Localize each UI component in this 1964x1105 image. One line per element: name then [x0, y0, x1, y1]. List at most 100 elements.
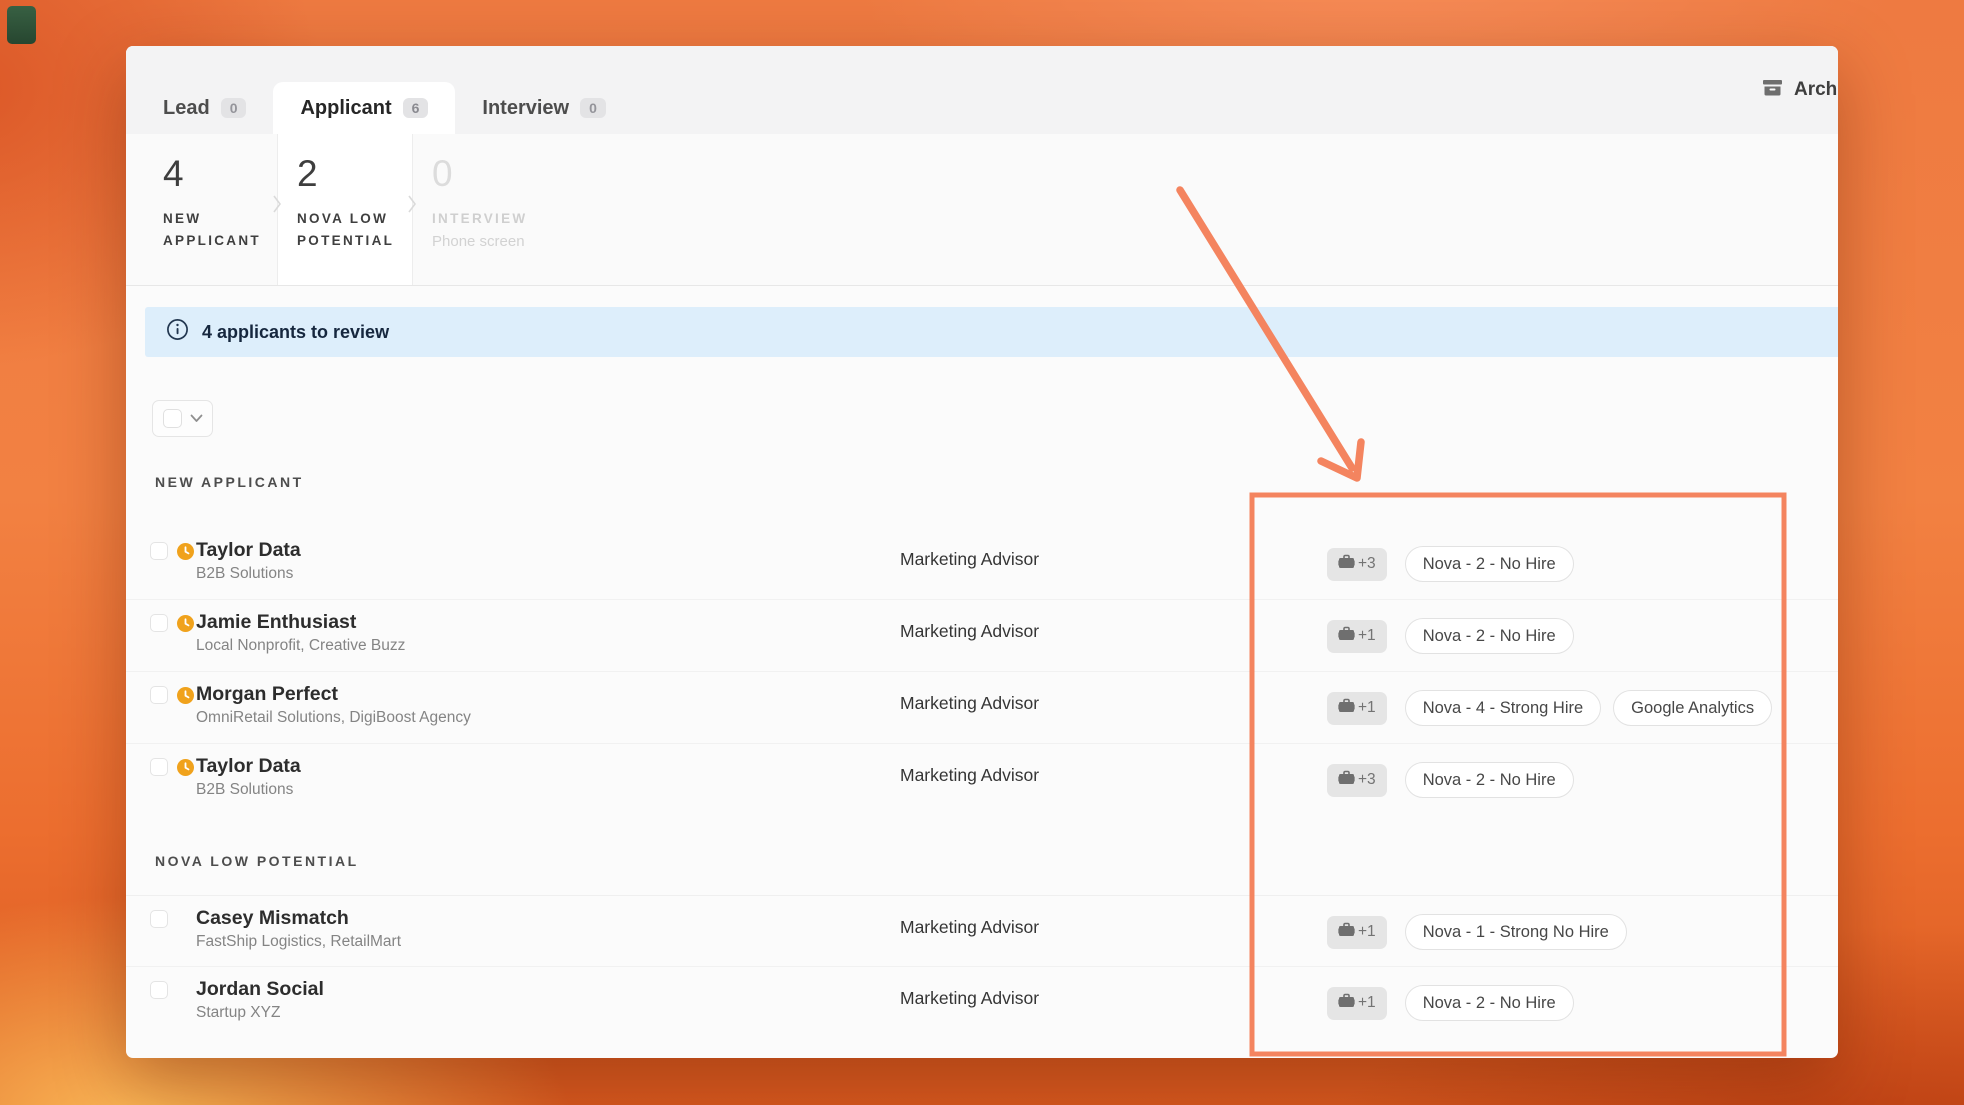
section-list: Taylor Data B2B Solutions Marketing Advi…: [126, 528, 1838, 816]
chevron-down-icon[interactable]: [190, 410, 203, 428]
applicant-identity: Jamie Enthusiast Local Nonprofit, Creati…: [196, 610, 405, 655]
applicant-name[interactable]: Taylor Data: [196, 538, 301, 562]
workload-count: +1: [1358, 699, 1376, 717]
row-checkbox[interactable]: [150, 758, 168, 776]
applicant-row[interactable]: Taylor Data B2B Solutions Marketing Advi…: [126, 528, 1838, 600]
applicant-position: Marketing Advisor: [900, 988, 1039, 1009]
tab-lead-label: Lead: [163, 97, 210, 120]
applicant-company: Local Nonprofit, Creative Buzz: [196, 637, 405, 655]
pending-clock-icon: [177, 687, 194, 704]
workload-count: +1: [1358, 994, 1376, 1012]
archive-button[interactable]: Archi: [1762, 46, 1838, 134]
review-banner-text: 4 applicants to review: [202, 322, 389, 343]
section-title: New Applicant: [155, 474, 1838, 490]
applicant-row[interactable]: Jamie Enthusiast Local Nonprofit, Creati…: [126, 600, 1838, 672]
workload-badge[interactable]: +1: [1327, 987, 1387, 1020]
tag-pill[interactable]: Nova - 4 - Strong Hire: [1405, 690, 1601, 726]
applicant-identity: Morgan Perfect OmniRetail Solutions, Dig…: [196, 682, 471, 727]
applicant-identity: Taylor Data B2B Solutions: [196, 754, 301, 799]
stage-count: 0: [432, 155, 653, 192]
info-icon: [166, 318, 189, 346]
applicant-name[interactable]: Casey Mismatch: [196, 906, 401, 930]
applicant-identity: Jordan Social Startup XYZ: [196, 977, 324, 1022]
badge-group: +1 Nova - 2 - No Hire: [1327, 967, 1586, 1039]
row-checkbox[interactable]: [150, 542, 168, 560]
tag-pill[interactable]: Nova - 2 - No Hire: [1405, 546, 1574, 582]
workload-badge[interactable]: +1: [1327, 916, 1387, 949]
tab-interview-label: Interview: [482, 97, 569, 120]
badge-group: +3 Nova - 2 - No Hire: [1327, 744, 1586, 816]
wallpaper-corner-shape: [7, 6, 36, 44]
tab-applicant[interactable]: Applicant 6: [273, 82, 455, 134]
applicant-identity: Taylor Data B2B Solutions: [196, 538, 301, 583]
tag-pill[interactable]: Nova - 2 - No Hire: [1405, 618, 1574, 654]
tag-pill[interactable]: Nova - 2 - No Hire: [1405, 762, 1574, 798]
workload-count: +3: [1358, 555, 1376, 573]
tab-lead[interactable]: Lead 0: [136, 82, 273, 134]
applicant-row[interactable]: Casey Mismatch FastShip Logistics, Retai…: [126, 895, 1838, 967]
archive-icon: [1762, 78, 1783, 103]
workload-badge[interactable]: +1: [1327, 692, 1387, 725]
stage-count: 2: [297, 155, 412, 192]
workload-count: +3: [1358, 771, 1376, 789]
tab-bar: Lead 0 Applicant 6 Interview 0 Archi: [126, 46, 1838, 134]
row-checkbox[interactable]: [150, 981, 168, 999]
applicant-position: Marketing Advisor: [900, 549, 1039, 570]
stage-interview[interactable]: 0 Interview Phone screen: [413, 134, 653, 285]
select-all-control[interactable]: [152, 400, 213, 437]
workload-badge[interactable]: +3: [1327, 548, 1387, 581]
pending-clock-icon: [177, 615, 194, 632]
applicant-name[interactable]: Jamie Enthusiast: [196, 610, 405, 634]
applicant-company: B2B Solutions: [196, 781, 301, 799]
briefcase-icon: [1338, 626, 1355, 646]
applicant-identity: Casey Mismatch FastShip Logistics, Retai…: [196, 906, 401, 951]
applicant-name[interactable]: Taylor Data: [196, 754, 301, 778]
row-checkbox[interactable]: [150, 686, 168, 704]
applicant-section: New Applicant Taylor Data B2B Solutions …: [126, 474, 1838, 816]
tab-interview-count-badge: 0: [580, 98, 606, 118]
applicant-company: B2B Solutions: [196, 565, 301, 583]
applicant-position: Marketing Advisor: [900, 765, 1039, 786]
workload-badge[interactable]: +3: [1327, 764, 1387, 797]
tag-pill[interactable]: Nova - 2 - No Hire: [1405, 985, 1574, 1021]
applicant-company: FastShip Logistics, RetailMart: [196, 933, 401, 951]
workload-count: +1: [1358, 627, 1376, 645]
briefcase-icon: [1338, 554, 1355, 574]
applicant-row[interactable]: Jordan Social Startup XYZ Marketing Advi…: [126, 967, 1838, 1039]
stage-sublabel: Phone screen: [432, 233, 653, 250]
chevron-right-icon: [407, 194, 417, 214]
row-checkbox[interactable]: [150, 910, 168, 928]
applicant-company: Startup XYZ: [196, 1004, 324, 1022]
ats-window: Lead 0 Applicant 6 Interview 0 Archi 4 N…: [126, 46, 1838, 1058]
applicant-section: Nova Low Potential Casey Mismatch FastSh…: [126, 853, 1838, 1039]
tab-interview[interactable]: Interview 0: [455, 82, 633, 134]
badge-group: +3 Nova - 2 - No Hire: [1327, 528, 1586, 600]
row-checkbox[interactable]: [150, 614, 168, 632]
tab-applicant-label: Applicant: [300, 97, 391, 120]
applicant-row[interactable]: Morgan Perfect OmniRetail Solutions, Dig…: [126, 672, 1838, 744]
tab-applicant-count-badge: 6: [403, 98, 429, 118]
pipeline-stats: 4 New Applicant 2 Nova Low Potential 0 I…: [126, 134, 1838, 286]
briefcase-icon: [1338, 922, 1355, 942]
applicant-name[interactable]: Morgan Perfect: [196, 682, 471, 706]
section-list: Casey Mismatch FastShip Logistics, Retai…: [126, 895, 1838, 1039]
stage-new-applicant[interactable]: 4 New Applicant: [126, 134, 278, 285]
applicant-name[interactable]: Jordan Social: [196, 977, 324, 1001]
briefcase-icon: [1338, 698, 1355, 718]
applicant-position: Marketing Advisor: [900, 621, 1039, 642]
applicant-sections: New Applicant Taylor Data B2B Solutions …: [126, 474, 1838, 1039]
stage-count: 4: [163, 155, 277, 192]
tag-pill[interactable]: Nova - 1 - Strong No Hire: [1405, 914, 1627, 950]
section-title: Nova Low Potential: [155, 853, 1838, 869]
badge-group: +1 Nova - 1 - Strong No Hire: [1327, 896, 1639, 968]
pending-clock-icon: [177, 759, 194, 776]
tag-pill[interactable]: Google Analytics: [1613, 690, 1772, 726]
applicant-row[interactable]: Taylor Data B2B Solutions Marketing Advi…: [126, 744, 1838, 816]
stage-nova-low-potential[interactable]: 2 Nova Low Potential: [278, 134, 413, 285]
review-banner: 4 applicants to review: [145, 307, 1838, 357]
stage-label: Nova Low Potential: [297, 208, 409, 252]
badge-group: +1 Nova - 4 - Strong Hire Google Analytic…: [1327, 672, 1784, 744]
select-all-checkbox[interactable]: [163, 409, 182, 428]
applicant-company: OmniRetail Solutions, DigiBoost Agency: [196, 709, 471, 727]
workload-badge[interactable]: +1: [1327, 620, 1387, 653]
